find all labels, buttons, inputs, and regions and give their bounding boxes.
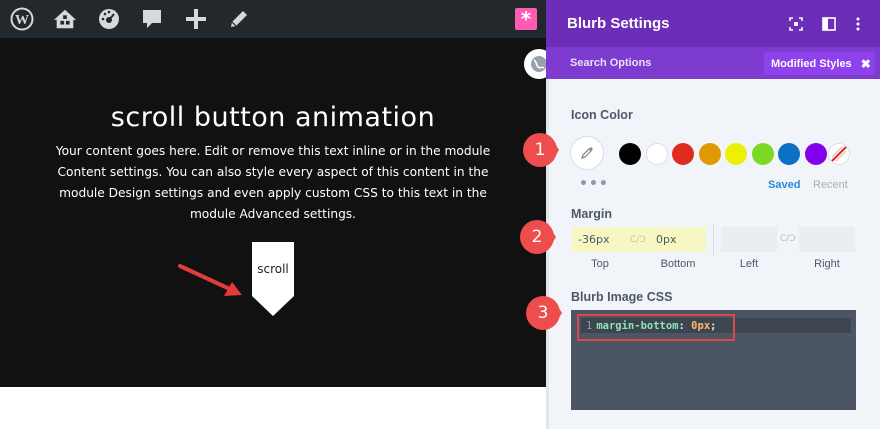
modified-styles-label: Modified Styles <box>771 57 852 70</box>
expand-icon[interactable] <box>787 15 805 33</box>
callout-number: 2 <box>531 227 543 247</box>
margin-label: Margin <box>571 207 612 221</box>
more-options-icon[interactable] <box>849 15 867 33</box>
margin-left-input[interactable] <box>721 227 777 252</box>
color-swatch[interactable] <box>725 143 747 165</box>
blurb-body: Your content goes here. Edit or remove t… <box>55 144 491 221</box>
color-picker-button[interactable] <box>570 136 604 170</box>
modified-styles-filter[interactable]: Modified Styles ✖ <box>764 52 875 75</box>
blurb-title: scroll button animation <box>110 102 436 133</box>
color-swatch[interactable] <box>645 143 668 165</box>
search-options[interactable]: Search Options <box>570 57 651 69</box>
callout-number: 3 <box>537 303 549 323</box>
panel-title: Blurb Settings <box>567 15 670 32</box>
margin-bottom-label: Bottom <box>660 258 696 270</box>
color-swatch[interactable] <box>778 143 800 165</box>
margin-link-left-right[interactable]: C/Ɔ <box>780 234 796 244</box>
margin-top-input[interactable]: -36px <box>572 227 628 252</box>
arrow-annotation-icon <box>178 264 242 296</box>
scroll-label: scroll <box>257 262 289 276</box>
page-background <box>0 387 546 429</box>
code-highlight-box <box>577 314 735 341</box>
margin-bottom-input[interactable]: 0px <box>650 227 706 252</box>
icon-color-label: Icon Color <box>571 108 633 122</box>
recent-colors-tab[interactable]: Recent <box>813 179 848 191</box>
color-swatch[interactable] <box>672 143 694 165</box>
margin-top-label: Top <box>591 258 609 270</box>
blurb-image-css-label: Blurb Image CSS <box>571 290 673 304</box>
color-swatch[interactable] <box>698 143 721 165</box>
screen: W * scroll button animation Your content… <box>0 0 880 429</box>
more-colors-icon[interactable]: ••• <box>579 176 609 192</box>
color-swatch[interactable] <box>804 143 827 165</box>
callout-marker-1: 1 <box>521 131 559 169</box>
scroll-tab-shape <box>252 242 294 316</box>
panel-header: Blurb Settings <box>546 0 880 47</box>
close-filter-icon[interactable]: ✖ <box>861 57 871 71</box>
module-settings-icon[interactable]: * <box>515 8 537 30</box>
wordpress-icon[interactable]: W <box>10 7 34 31</box>
admin-bar: W * <box>0 0 546 38</box>
eyedropper-icon <box>581 147 593 159</box>
scroll-button[interactable]: scroll <box>252 242 294 316</box>
margin-right-input[interactable] <box>799 227 855 252</box>
callout-marker-3: 3 <box>524 294 562 332</box>
margin-right-label: Right <box>814 258 840 270</box>
margin-left-label: Left <box>739 258 759 270</box>
dashboard-icon[interactable] <box>97 7 121 31</box>
split-view-icon[interactable] <box>820 15 838 33</box>
plus-icon[interactable] <box>184 7 208 31</box>
margin-divider <box>713 224 714 256</box>
callout-number: 1 <box>534 140 546 160</box>
callout-marker-2: 2 <box>518 218 556 256</box>
panel-tabs: Search Options Modified Styles ✖ <box>546 47 880 79</box>
saved-colors-tab[interactable]: Saved <box>768 179 800 191</box>
margin-link-top-bottom[interactable]: C/Ɔ <box>628 227 650 252</box>
color-swatch[interactable] <box>619 143 641 165</box>
comment-icon[interactable] <box>140 7 164 31</box>
color-swatch[interactable] <box>751 143 774 165</box>
pencil-icon[interactable] <box>227 7 251 31</box>
no-color-icon[interactable] <box>828 143 850 165</box>
svg-text:W: W <box>15 13 29 28</box>
home-network-icon[interactable] <box>53 7 77 31</box>
